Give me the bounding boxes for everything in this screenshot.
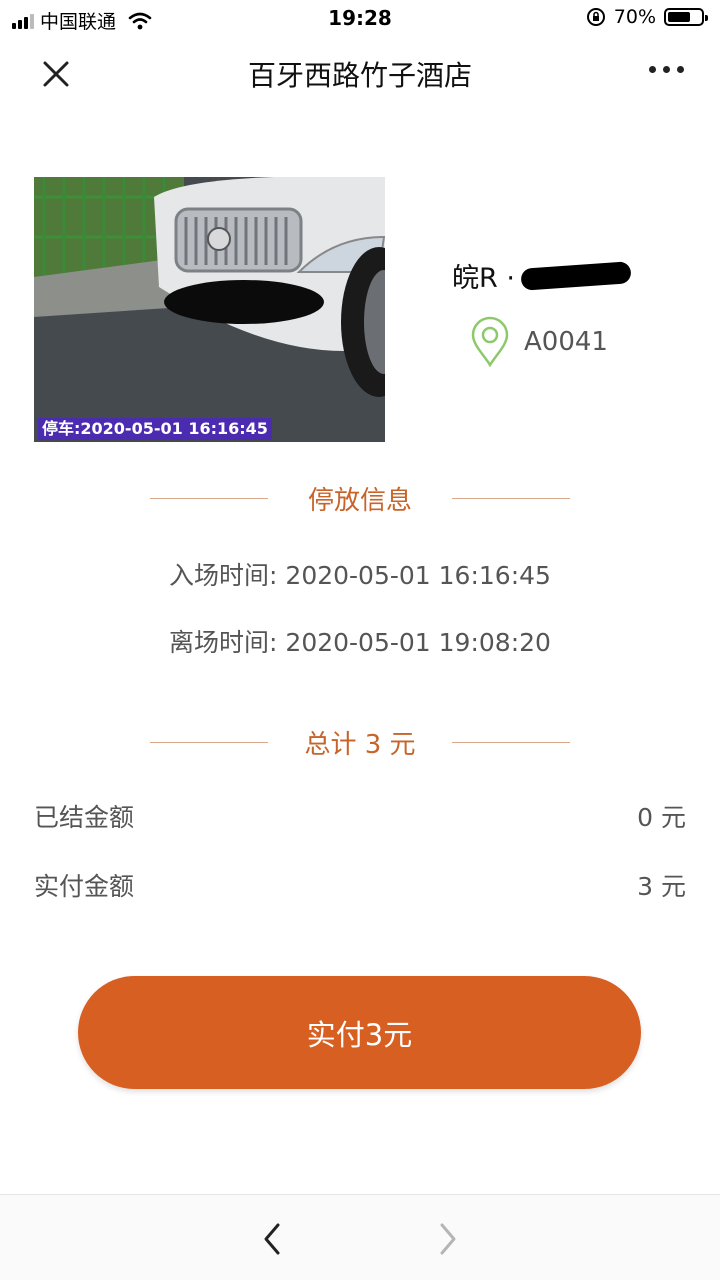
settled-amount-row: 已结金额 0 元: [34, 798, 686, 834]
entry-time: 入场时间: 2020-05-01 16:16:45: [169, 561, 551, 590]
more-icon[interactable]: [649, 66, 684, 73]
rotation-lock-icon: [586, 8, 605, 26]
paid-label: 实付金额: [34, 872, 135, 901]
parking-info-title: 停放信息: [307, 485, 412, 516]
chevron-right-icon[interactable]: [432, 1219, 464, 1259]
battery-percent: 70%: [613, 6, 656, 28]
plate-redaction: [520, 260, 632, 291]
battery-icon: [664, 8, 708, 26]
status-right: 70%: [586, 6, 708, 28]
license-plate: 皖R ·: [452, 256, 632, 295]
vehicle-photo[interactable]: 停车:2020-05-01 16:16:45: [34, 177, 385, 442]
divider-left: [150, 741, 268, 743]
pay-button[interactable]: 实付3元: [78, 976, 641, 1089]
parking-payment-page: 中国联通 19:28 70% 百牙西路竹子酒店 停车:2020-05-01 16…: [0, 0, 720, 1280]
page-title: 百牙西路竹子酒店: [247, 59, 472, 92]
exit-time: 离场时间: 2020-05-01 19:08:20: [169, 628, 551, 657]
parking-spot: A0041: [470, 316, 608, 368]
settled-value: 0 元: [637, 803, 686, 832]
chevron-left-icon[interactable]: [256, 1219, 288, 1259]
browser-toolbar: [0, 1194, 720, 1280]
paid-amount-row: 实付金额 3 元: [34, 867, 686, 903]
car-image: [34, 177, 385, 442]
pay-button-label: 实付3元: [306, 1017, 413, 1052]
location-pin-icon: [471, 316, 509, 368]
status-bar: 中国联通 19:28 70%: [0, 0, 720, 36]
paid-value: 3 元: [637, 872, 686, 901]
divider-right: [452, 741, 570, 743]
settled-label: 已结金额: [34, 803, 135, 832]
spot-number: A0041: [524, 327, 608, 357]
total-title: 总计 3 元: [304, 729, 416, 760]
parking-info-header: 停放信息: [150, 478, 570, 518]
nav-bar: 百牙西路竹子酒店: [0, 36, 720, 112]
plate-prefix: 皖R ·: [452, 263, 515, 294]
divider-right: [452, 497, 570, 499]
total-header: 总计 3 元: [150, 722, 570, 762]
divider-left: [150, 497, 268, 499]
photo-timestamp: 停车:2020-05-01 16:16:45: [38, 418, 272, 440]
